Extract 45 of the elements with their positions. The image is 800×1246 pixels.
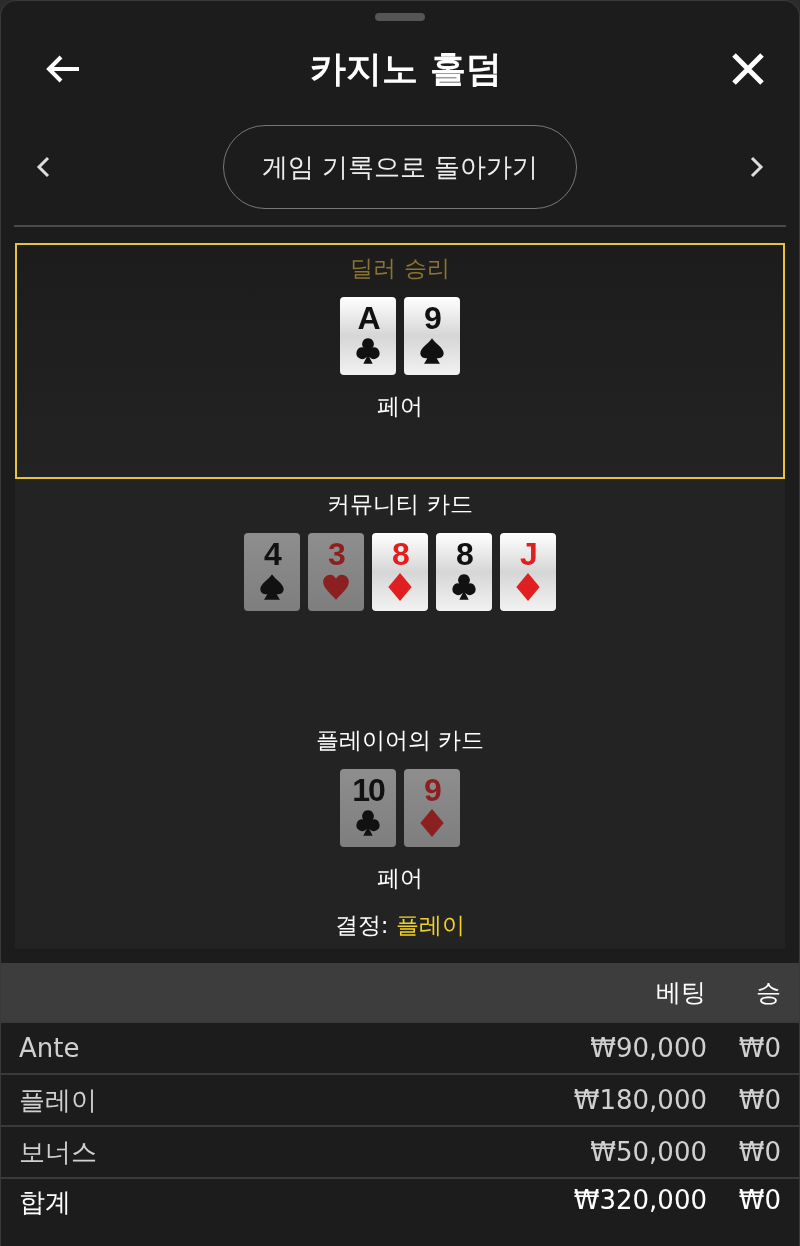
card-rank: 4 <box>264 535 280 573</box>
club-suit-icon <box>450 573 478 601</box>
bet-amount: ₩90,000 <box>590 1033 707 1063</box>
bet-name: 플레이 <box>19 1083 98 1117</box>
column-header: 승 <box>756 976 781 1009</box>
win-amount: ₩0 <box>737 1137 781 1167</box>
win-amount: ₩0 <box>737 1033 781 1063</box>
hand-rank: 페어 <box>377 864 423 893</box>
section-title: 딜러 승리 <box>350 254 450 283</box>
card-rank: 9 <box>424 299 440 337</box>
card-rank: 8 <box>392 535 408 573</box>
bet-amount: ₩50,000 <box>590 1137 707 1167</box>
card-rank: 9 <box>424 771 440 809</box>
bet-name: Ante <box>19 1033 81 1063</box>
diamond-suit-icon <box>386 573 414 601</box>
card-rank: 3 <box>328 535 344 573</box>
card-rank: 8 <box>456 535 472 573</box>
card-rank: J <box>520 535 536 573</box>
bet-amount: ₩180,000 <box>573 1085 707 1115</box>
card-rank: A <box>357 299 379 337</box>
hand-rank: 페어 <box>377 392 423 421</box>
club-suit-icon <box>354 809 382 837</box>
win-amount: ₩0 <box>737 1185 781 1215</box>
diamond-suit-icon <box>514 573 542 601</box>
win-amount: ₩0 <box>737 1085 781 1115</box>
bet-name: 보너스 <box>19 1135 98 1169</box>
card-rank: 10 <box>352 771 384 809</box>
decision-value: 플레이 <box>396 911 466 940</box>
heart-suit-icon <box>322 573 350 601</box>
back-arrow-icon[interactable] <box>45 54 81 84</box>
decision-label: 결정: <box>334 911 389 940</box>
bet-amount: ₩320,000 <box>573 1185 707 1215</box>
next-chevron-icon[interactable] <box>749 155 765 179</box>
previous-chevron-icon[interactable] <box>35 155 51 179</box>
column-header: 베팅 <box>656 976 706 1009</box>
section-title: 커뮤니티 카드 <box>327 490 473 519</box>
window-title: 카지노 홀덤 <box>309 46 503 91</box>
drag-handle[interactable] <box>375 13 425 21</box>
bet-name: 합계 <box>19 1186 72 1219</box>
spade-suit-icon <box>258 573 286 601</box>
close-icon[interactable] <box>731 52 765 86</box>
club-suit-icon <box>354 337 382 365</box>
spade-suit-icon <box>418 337 446 365</box>
section-title: 플레이어의 카드 <box>315 726 485 755</box>
diamond-suit-icon <box>418 809 446 837</box>
